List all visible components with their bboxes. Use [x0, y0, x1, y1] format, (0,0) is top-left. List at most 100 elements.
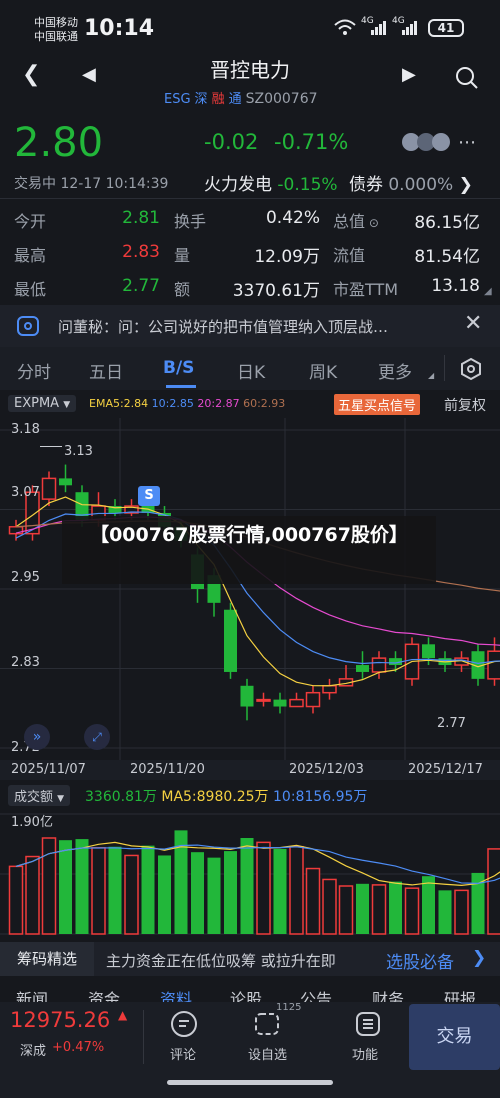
- sector-info[interactable]: 火力发电 -0.15% 债券 0.000% ❯: [204, 170, 473, 195]
- tab-funds[interactable]: 资金: [88, 988, 120, 1002]
- tab-five-day[interactable]: 五日: [89, 358, 123, 383]
- volume-bar: [141, 845, 155, 934]
- indicator-name: EXPMA: [14, 396, 60, 411]
- date-label-2: 2025/11/20: [130, 762, 205, 777]
- tab-weekly-k[interactable]: 周K: [309, 358, 337, 383]
- amount-value: 3370.61万: [232, 281, 320, 301]
- promo-link[interactable]: 选股必备: [386, 948, 454, 973]
- pe-value: 13.18: [431, 276, 480, 296]
- watchlist-button[interactable]: 1125 设自选: [246, 1002, 301, 1068]
- close-icon[interactable]: ✕: [464, 311, 482, 336]
- bond-label: 债券: [348, 175, 383, 195]
- divider: [0, 198, 500, 199]
- tab-research[interactable]: 研报: [444, 988, 476, 1002]
- expand-icon[interactable]: ◢: [484, 286, 492, 297]
- tab-intraday[interactable]: 分时: [17, 358, 51, 383]
- indicator-select[interactable]: EXPMA ▼: [8, 395, 77, 412]
- tag-shen: 深: [194, 92, 208, 107]
- tab-discuss[interactable]: 论股: [230, 988, 262, 1002]
- home-indicator: [167, 1080, 333, 1085]
- tag-rong: 融: [211, 92, 225, 107]
- candlestick-chart[interactable]: [0, 418, 500, 760]
- volume-bar: [8, 865, 24, 935]
- overlay-banner: 【000767股票行情,000767股价】: [62, 516, 436, 584]
- mktcap-label: 总值 ⊙: [333, 212, 379, 231]
- tab-profile[interactable]: 资料: [160, 988, 192, 1002]
- high-label: 最高: [14, 246, 47, 265]
- tab-announce[interactable]: 公告: [300, 988, 332, 1002]
- high-marker-label: 3.13: [64, 444, 93, 459]
- comment-button[interactable]: 评论: [162, 1006, 206, 1068]
- low-marker-label: 2.77: [437, 716, 466, 731]
- tab-more[interactable]: 更多: [378, 358, 412, 383]
- tab-news[interactable]: 新闻: [16, 988, 48, 1002]
- volume-legend: 3360.81万 MA5:8980.25万 10:8156.95万: [85, 786, 367, 806]
- functions-button[interactable]: 功能: [350, 1006, 390, 1068]
- watchlist-label: 设自选: [248, 1048, 288, 1063]
- tag-esg[interactable]: ESG: [162, 92, 193, 107]
- volume-bar: [240, 838, 254, 934]
- watch-count: 1125: [276, 1002, 302, 1013]
- sell-signal-marker[interactable]: S: [138, 486, 160, 506]
- volume-bar: [438, 890, 452, 934]
- candle-body: [240, 685, 254, 707]
- more-icon[interactable]: ⋯: [458, 132, 476, 153]
- chart-tabs: 分时 五日 B/S 日K 周K 更多 ◢: [0, 347, 500, 390]
- candle-body: [289, 698, 304, 708]
- divider: [444, 355, 445, 381]
- volume-y-top: 1.90亿: [11, 815, 53, 830]
- mktcap-value: 86.15亿: [414, 213, 480, 233]
- volume-bar: [25, 855, 40, 935]
- index-ticker[interactable]: 12975.26 ▲ 深成 +0.47%: [0, 1002, 142, 1072]
- chevron-down-icon: ▼: [57, 794, 65, 804]
- volume-indicator-select[interactable]: 成交额 ▼: [8, 785, 71, 806]
- fullscreen-icon[interactable]: ⤢: [84, 724, 110, 750]
- ema5-label: EMA5:2.84: [89, 397, 149, 410]
- trade-status: 交易中 12-17 10:14:39: [14, 176, 169, 192]
- bond-value: 0.000%: [388, 175, 454, 195]
- avatar: [402, 133, 450, 151]
- volume-bar: [305, 867, 321, 935]
- price-change-pct: -0.71%: [274, 130, 349, 154]
- volume-indicator-name: 成交额: [14, 790, 54, 805]
- float-cap-label: 流值: [333, 246, 366, 265]
- volume-bar: [224, 851, 237, 934]
- date-axis: 2025/11/07 2025/11/20 2025/12/03 2025/12…: [0, 760, 500, 780]
- candle-body: [322, 685, 337, 694]
- amount-label: 额: [174, 280, 191, 299]
- date-label-1: 2025/11/07: [11, 762, 86, 777]
- next-stock-icon[interactable]: ▶: [402, 64, 416, 85]
- signal-button[interactable]: 五星买点信号: [334, 394, 421, 415]
- turnover-value: 0.42%: [265, 208, 320, 228]
- chevron-down-icon: ▼: [63, 400, 71, 410]
- promo-label: 筹码精选: [0, 942, 94, 976]
- volume-bar: [59, 840, 72, 934]
- volume-bar: [322, 878, 337, 935]
- clock: 10:14: [84, 16, 155, 41]
- search-icon[interactable]: [455, 66, 479, 90]
- tab-daily-k[interactable]: 日K: [237, 358, 265, 383]
- adjust-select[interactable]: 前复权: [444, 395, 486, 415]
- float-cap-value: 81.54亿: [414, 247, 480, 267]
- volume-bar: [273, 848, 287, 934]
- ma5-label: MA5:8980.25万: [161, 789, 269, 805]
- tab-bs[interactable]: B/S: [163, 358, 194, 378]
- signal-2-icon: [402, 21, 417, 35]
- tab-finance[interactable]: 财务: [372, 988, 404, 1002]
- avatar-group[interactable]: [402, 132, 452, 156]
- expand-left-icon[interactable]: »: [24, 724, 50, 750]
- y-tick-3-07: 3.07: [11, 485, 40, 500]
- volume-chart[interactable]: [0, 806, 500, 940]
- open-value: 2.81: [122, 208, 160, 228]
- tag-tong: 通: [228, 92, 242, 107]
- settings-icon[interactable]: [459, 357, 483, 381]
- promo-bar[interactable]: 筹码精选 主力资金正在低位吸筹 或拉升在即 选股必备 ❯: [0, 942, 500, 976]
- trade-button[interactable]: 交易: [409, 1004, 500, 1070]
- volume-bar: [191, 852, 204, 934]
- volume-bar: [75, 839, 89, 934]
- comment-icon: [171, 1011, 197, 1037]
- low-value: 2.77: [122, 276, 160, 296]
- volume-bar: [371, 884, 387, 935]
- volume-bar: [404, 887, 420, 935]
- notice-bar[interactable]: 问董秘：问：公司说好的把市值管理纳入顶层战… ✕: [0, 305, 500, 347]
